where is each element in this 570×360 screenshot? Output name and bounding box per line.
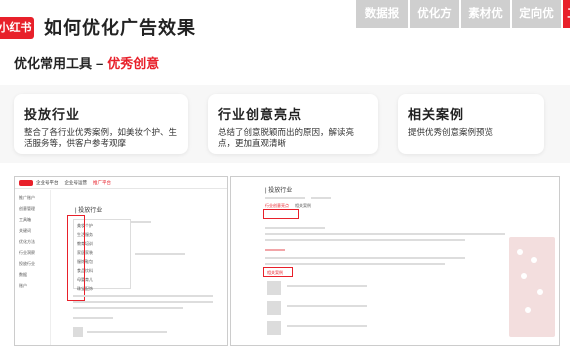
mini-text-line xyxy=(265,197,305,199)
mini-text-line xyxy=(311,197,331,199)
feature-card-industry: 投放行业 整合了各行业优秀案例，如美妆个护、生活服务等，供客户参考观摩 xyxy=(14,94,188,154)
tab-tools[interactable]: 工 xyxy=(563,0,570,28)
section-heading-prefix: 优化常用工具 xyxy=(14,56,93,71)
mini-text-line xyxy=(73,295,213,297)
mini-case-thumbnail xyxy=(267,301,281,315)
section-heading-highlight: 优秀创意 xyxy=(107,56,160,71)
mini-text-line xyxy=(265,257,465,259)
mini-sidebar-item: 关键词 xyxy=(19,228,31,233)
mini-app-name: 企业号平台 xyxy=(36,179,59,185)
mini-text-line xyxy=(287,305,367,307)
brand-logo: 小红书 xyxy=(0,17,34,39)
tab-targeting-optimization[interactable]: 定向优化 xyxy=(512,0,561,48)
mini-sidebar-item: 推广账户 xyxy=(19,195,35,200)
screenshot-industry-list: 企业号平台 企业号运营 推广平台 推广账户 创意管理 工具箱 关键词 优化方法 … xyxy=(14,176,228,346)
mini-sidebar-item: 账户 xyxy=(19,283,27,288)
mini-preview-image xyxy=(509,237,555,337)
feature-card-desc: 提供优秀创意案例预览 xyxy=(408,127,494,137)
page: 小红书 如何优化广告效果 数据报表 优化方法 素材优化 定向优化 工 优化常用工… xyxy=(0,0,570,360)
screenshot-case-detail: | 投放行业 行业创意亮点 相关案例 相关案例 xyxy=(230,176,560,346)
feature-card-desc: 整合了各行业优秀案例，如美妆个护、生活服务等，供客户参考观摩 xyxy=(24,127,178,148)
mini-text-line xyxy=(287,325,367,327)
mini-text-line xyxy=(265,239,465,241)
mini-case-thumbnail xyxy=(267,321,281,335)
mini-text-line xyxy=(265,233,505,235)
feature-card-title: 行业创意亮点 xyxy=(218,107,303,122)
mini-sidebar-item: 行业洞察 xyxy=(19,250,35,255)
page-title: 如何优化广告效果 xyxy=(44,18,196,38)
tab-data-report[interactable]: 数据报表 xyxy=(356,0,408,48)
mini-text-line xyxy=(73,317,113,319)
mini-text-line xyxy=(73,307,183,309)
section-heading: 优化常用工具 – 优秀创意 xyxy=(14,53,159,72)
feature-card-highlights: 行业创意亮点 总结了创意脱颖而出的原因，解读亮点，更加直观清晰 xyxy=(208,94,378,154)
mini-sidebar-item: 投放行业 xyxy=(19,261,35,266)
mini-text-line xyxy=(87,331,167,333)
mini-topbar: 企业号平台 企业号运营 推广平台 xyxy=(15,177,227,189)
mini-preview-dot xyxy=(531,257,537,263)
mini-case-thumbnail xyxy=(267,281,281,295)
feature-card-cases: 相关案例 提供优秀创意案例预览 xyxy=(398,94,544,154)
mini-preview-dot xyxy=(521,273,527,279)
mini-case-thumbnail xyxy=(73,327,83,337)
mini-sidebar-item: 工具箱 xyxy=(19,217,31,222)
tab-optimization-method[interactable]: 优化方法 xyxy=(410,0,459,48)
top-nav: 数据报表 优化方法 素材优化 定向优化 工 xyxy=(356,0,570,48)
section-heading-separator: – xyxy=(96,56,104,71)
mini-text-line xyxy=(265,227,325,229)
mini-text-line xyxy=(135,253,185,255)
mini-top-link: 企业号运营 xyxy=(64,179,88,185)
tab-creative-optimization[interactable]: 素材优化 xyxy=(461,0,510,48)
feature-band: 投放行业 整合了各行业优秀案例，如美妆个护、生活服务等，供客户参考观摩 行业创意… xyxy=(0,85,570,163)
mini-panel-title: | 投放行业 xyxy=(265,188,293,194)
mini-text-line xyxy=(287,285,367,287)
feature-card-title: 投放行业 xyxy=(24,107,81,122)
mini-preview-dot xyxy=(525,307,531,313)
mini-text-line xyxy=(265,263,445,265)
feature-card-desc: 总结了创意脱颖而出的原因，解读亮点，更加直观清晰 xyxy=(218,127,355,148)
mini-text-line xyxy=(73,301,213,303)
mini-brand-logo xyxy=(19,179,33,186)
mini-sidebar-item: 数据 xyxy=(19,272,27,277)
mini-sidebar-item: 创意管理 xyxy=(19,206,35,211)
mini-top-link-active: 推广平台 xyxy=(93,179,111,185)
highlight-box xyxy=(263,267,293,277)
mini-sidebar-item: 优化方法 xyxy=(19,239,35,244)
highlight-box xyxy=(263,209,299,219)
mini-preview-dot xyxy=(517,249,523,255)
mini-panel-title: | 投放行业 xyxy=(75,208,103,214)
mini-text-line xyxy=(265,249,285,251)
feature-card-title: 相关案例 xyxy=(408,107,465,122)
mini-preview-dot xyxy=(537,289,543,295)
highlight-box xyxy=(67,215,85,301)
mini-sidebar: 推广账户 创意管理 工具箱 关键词 优化方法 行业洞察 投放行业 数据 账户 xyxy=(15,190,51,345)
